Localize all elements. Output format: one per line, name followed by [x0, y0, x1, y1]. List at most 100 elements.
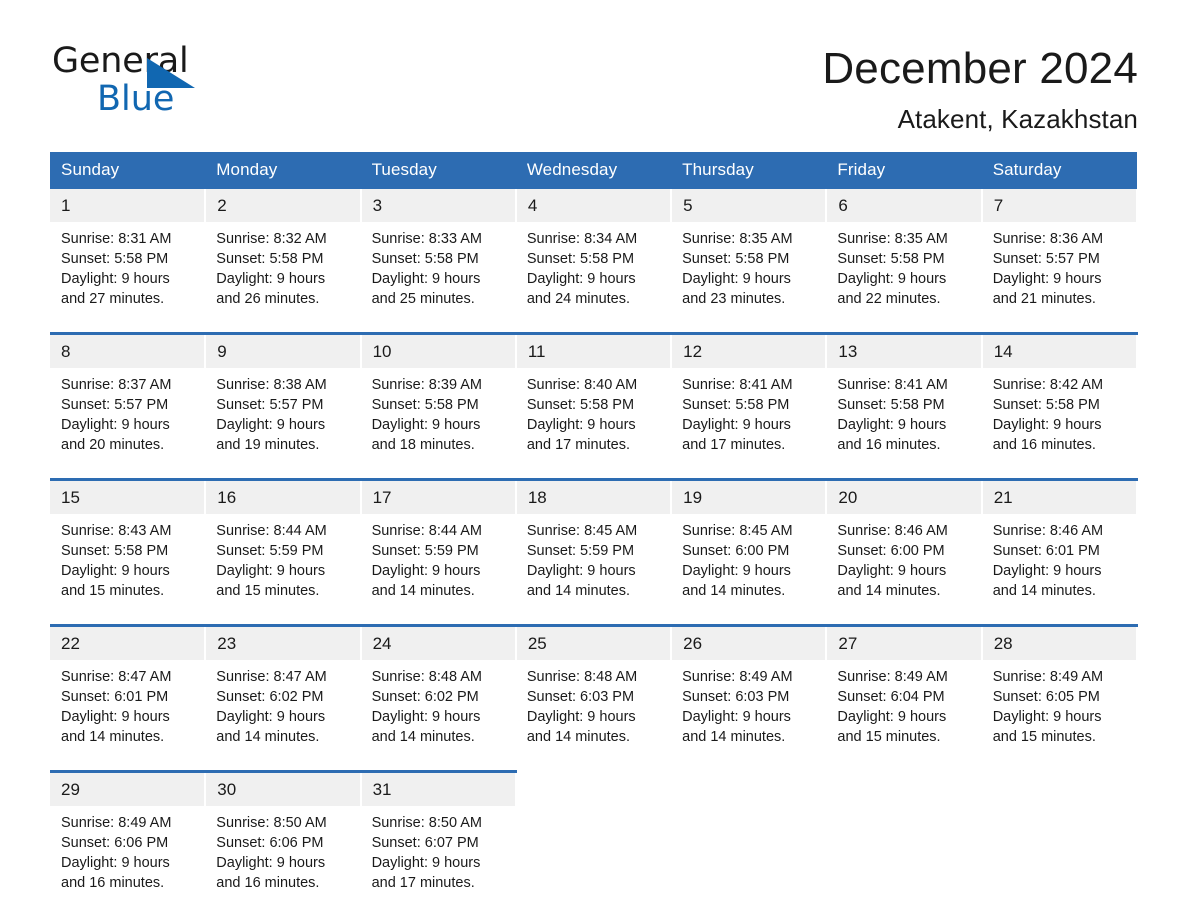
day-number[interactable]: 19: [671, 477, 828, 514]
day-sunrise-line: Sunrise: 8:39 AM: [371, 376, 482, 393]
day-number[interactable]: 1: [50, 188, 207, 222]
day-daylight-line: Daylight: 9 hours: [371, 270, 481, 287]
day-number[interactable]: 17: [360, 477, 517, 514]
day-daylight-line: Daylight: 9 hours: [371, 708, 481, 725]
day-number[interactable]: 22: [50, 623, 207, 660]
day-daylight-line: Daylight: 9 hours: [526, 416, 636, 433]
day-daylight-line: Daylight: 9 hours: [992, 562, 1102, 579]
day-daylight-line: and 16 minutes.: [992, 436, 1096, 453]
day-daylight-line: Daylight: 9 hours: [61, 854, 170, 871]
day-number[interactable]: 31: [360, 769, 517, 806]
day-daylight-line: Daylight: 9 hours: [371, 854, 481, 871]
day-sunset-line: Sunset: 6:05 PM: [992, 688, 1100, 705]
general-blue-logo[interactable]: General Blue: [52, 44, 212, 120]
day-daylight-line: and 15 minutes.: [216, 582, 320, 599]
day-daylight-line: and 22 minutes.: [837, 290, 941, 307]
day-number[interactable]: 23: [205, 623, 362, 660]
day-daylight-line: and 20 minutes.: [61, 436, 165, 453]
day-daylight-line: and 15 minutes.: [992, 728, 1096, 745]
day-number[interactable]: 5: [671, 188, 828, 222]
day-number[interactable]: 29: [50, 769, 207, 806]
day-number[interactable]: 10: [360, 331, 517, 368]
day-daylight-line: Daylight: 9 hours: [216, 708, 326, 725]
day-number[interactable]: 26: [671, 623, 828, 660]
day-sunset-line: Sunset: 6:01 PM: [992, 542, 1100, 559]
day-number[interactable]: 2: [205, 188, 362, 222]
day-number[interactable]: 14: [981, 331, 1139, 368]
day-sunrise-line: Sunrise: 8:38 AM: [216, 376, 327, 393]
week-daynumber-row: 8 9 10 11 12 13 14: [50, 331, 1139, 368]
day-cell-empty: [981, 769, 1139, 806]
day-sunrise-line: Sunrise: 8:49 AM: [682, 668, 793, 685]
day-details: Sunrise: 8:37 AM Sunset: 5:57 PM Daylight:…: [50, 367, 206, 480]
day-sunrise-line: Sunrise: 8:47 AM: [216, 668, 327, 685]
day-sunset-line: Sunset: 6:00 PM: [837, 542, 945, 559]
logo-text-blue: Blue: [97, 79, 175, 119]
day-sunrise-line: Sunrise: 8:34 AM: [526, 230, 638, 247]
day-number[interactable]: 16: [205, 477, 362, 514]
day-sunset-line: Sunset: 5:58 PM: [371, 250, 479, 267]
day-sunrise-line: Sunrise: 8:43 AM: [61, 522, 172, 539]
day-sunset-line: Sunset: 6:02 PM: [371, 688, 479, 705]
day-sunset-line: Sunset: 6:07 PM: [371, 834, 479, 851]
day-daylight-line: Daylight: 9 hours: [526, 562, 636, 579]
day-daylight-line: and 17 minutes.: [682, 436, 786, 453]
day-number[interactable]: 12: [671, 331, 828, 368]
day-number[interactable]: 7: [981, 188, 1139, 222]
day-daylight-line: Daylight: 9 hours: [682, 270, 791, 287]
day-details: Sunrise: 8:44 AM Sunset: 5:59 PM Daylight:…: [205, 513, 361, 626]
day-sunset-line: Sunset: 5:58 PM: [371, 396, 479, 413]
day-detail-empty: [826, 805, 982, 916]
day-daylight-line: Daylight: 9 hours: [371, 416, 481, 433]
day-daylight-line: Daylight: 9 hours: [682, 708, 791, 725]
day-cell-empty: [826, 769, 983, 806]
day-sunset-line: Sunset: 5:58 PM: [682, 250, 790, 267]
day-number[interactable]: 13: [826, 331, 983, 368]
day-sunrise-line: Sunrise: 8:47 AM: [61, 668, 172, 685]
day-daylight-line: Daylight: 9 hours: [216, 854, 326, 871]
day-daylight-line: Daylight: 9 hours: [992, 270, 1102, 287]
day-sunrise-line: Sunrise: 8:50 AM: [216, 814, 327, 831]
day-details: Sunrise: 8:35 AM Sunset: 5:58 PM Daylight:…: [826, 221, 982, 334]
day-cell-empty: [671, 769, 828, 806]
day-number[interactable]: 4: [515, 188, 673, 222]
day-daylight-line: Daylight: 9 hours: [61, 562, 170, 579]
day-daylight-line: and 14 minutes.: [526, 582, 631, 599]
day-number[interactable]: 24: [360, 623, 517, 660]
day-number[interactable]: 3: [360, 188, 517, 222]
day-daylight-line: and 14 minutes.: [992, 582, 1096, 599]
day-sunset-line: Sunset: 5:58 PM: [526, 396, 635, 413]
day-daylight-line: Daylight: 9 hours: [61, 270, 170, 287]
day-daylight-line: Daylight: 9 hours: [837, 562, 947, 579]
day-sunset-line: Sunset: 5:58 PM: [837, 250, 945, 267]
day-sunset-line: Sunset: 5:58 PM: [216, 250, 324, 267]
day-sunset-line: Sunset: 5:58 PM: [992, 396, 1100, 413]
day-daylight-line: and 17 minutes.: [526, 436, 631, 453]
day-number[interactable]: 18: [515, 477, 673, 514]
day-number[interactable]: 20: [826, 477, 983, 514]
day-details: Sunrise: 8:50 AM Sunset: 6:06 PM Daylight:…: [205, 805, 361, 916]
day-number[interactable]: 6: [826, 188, 983, 222]
day-number[interactable]: 28: [981, 623, 1139, 660]
day-number[interactable]: 27: [826, 623, 983, 660]
day-number[interactable]: 11: [515, 331, 673, 368]
day-sunset-line: Sunset: 6:00 PM: [682, 542, 790, 559]
weekday-header-friday: Friday: [826, 151, 982, 189]
day-sunrise-line: Sunrise: 8:35 AM: [682, 230, 793, 247]
day-number[interactable]: 15: [50, 477, 207, 514]
day-sunset-line: Sunset: 5:59 PM: [216, 542, 324, 559]
day-sunrise-line: Sunrise: 8:48 AM: [371, 668, 482, 685]
day-sunrise-line: Sunrise: 8:49 AM: [992, 668, 1104, 685]
day-daylight-line: and 26 minutes.: [216, 290, 320, 307]
day-detail-empty: [981, 805, 1137, 916]
day-number[interactable]: 8: [50, 331, 207, 368]
day-number[interactable]: 9: [205, 331, 362, 368]
day-sunset-line: Sunset: 6:02 PM: [216, 688, 324, 705]
day-number[interactable]: 25: [515, 623, 673, 660]
day-daylight-line: and 21 minutes.: [992, 290, 1096, 307]
day-daylight-line: and 19 minutes.: [216, 436, 320, 453]
day-number[interactable]: 30: [205, 769, 362, 806]
day-sunset-line: Sunset: 5:58 PM: [837, 396, 945, 413]
day-sunset-line: Sunset: 6:03 PM: [526, 688, 635, 705]
day-number[interactable]: 21: [981, 477, 1139, 514]
